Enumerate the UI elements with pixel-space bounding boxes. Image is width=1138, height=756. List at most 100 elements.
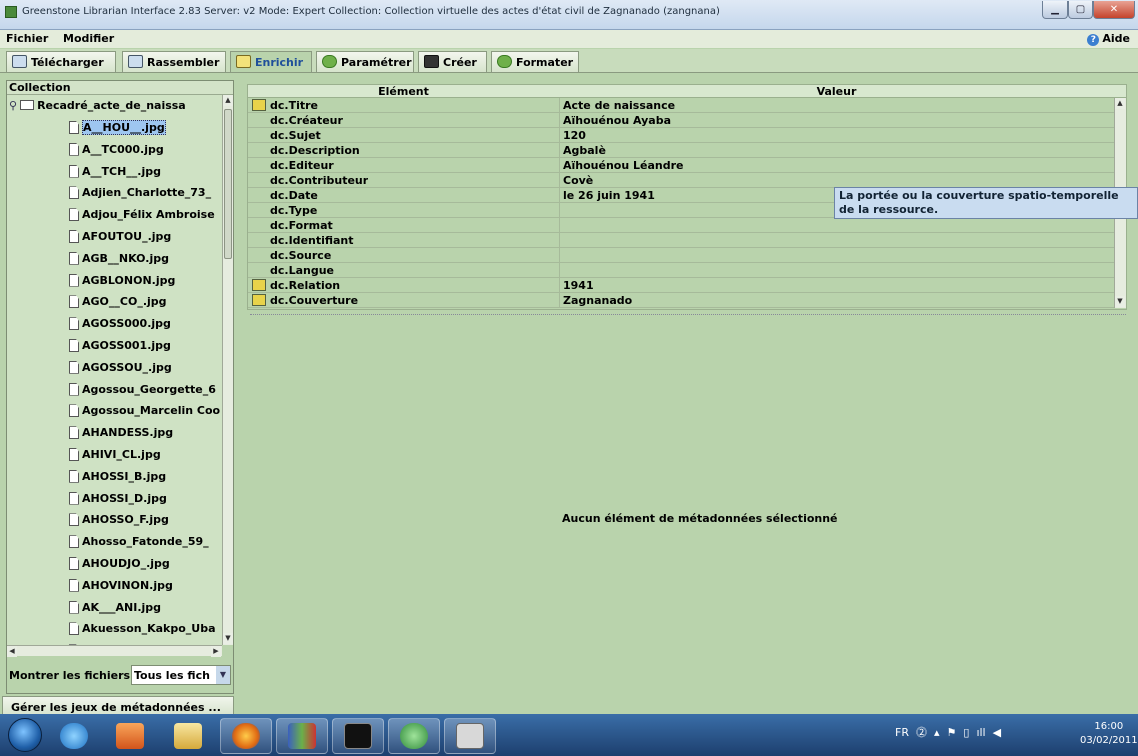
element-cell[interactable]: dc.Langue [270,264,334,277]
value-cell[interactable]: Aïhouénou Ayaba [563,114,671,127]
value-cell[interactable]: 1941 [563,279,594,292]
flag-icon[interactable]: ⚑ [947,726,957,739]
close-button[interactable]: ✕ [1093,1,1135,19]
tab-format[interactable]: Formater [491,51,579,72]
show-files-select[interactable]: Tous les fich ▼ [131,665,231,685]
tree-file-item[interactable]: AGB__NKO.jpg [69,250,169,272]
tab-gather[interactable]: Rassembler [122,51,226,72]
table-row[interactable]: dc.Titre Acte de naissance [248,98,1114,113]
language-indicator[interactable]: FR [895,726,909,739]
element-cell[interactable]: dc.Date [270,189,318,202]
clock[interactable]: 16:00 03/02/2011 [1080,720,1138,748]
tree-file-item[interactable]: Adjien_Charlotte_73_ [69,184,211,206]
tree-file-item[interactable]: Ahosso_Fatonde_59_ [69,533,209,555]
table-row[interactable]: dc.Identifiant [248,233,1114,248]
scroll-thumb[interactable] [224,109,232,259]
taskbar-media[interactable] [104,718,156,754]
tree-file-item[interactable]: A__HOU__.jpg [69,119,166,141]
tab-design[interactable]: Paramétrer [316,51,414,72]
taskbar-explorer[interactable] [162,718,214,754]
table-row[interactable]: dc.Sujet 120 [248,128,1114,143]
scroll-up-icon[interactable]: ▲ [1115,98,1125,109]
minimize-button[interactable]: ▁ [1042,1,1068,19]
taskbar-ie[interactable] [48,718,100,754]
column-header-element[interactable]: Elément [248,85,559,98]
tree-file-item[interactable]: AGOSSOU_.jpg [69,359,172,381]
element-cell[interactable]: dc.Editeur [270,159,334,172]
scroll-up-icon[interactable]: ▲ [223,95,233,106]
value-cell[interactable]: le 26 juin 1941 [563,189,655,202]
menu-edit[interactable]: Modifier [63,32,114,45]
table-row[interactable]: dc.Format [248,218,1114,233]
scroll-down-icon[interactable]: ▼ [223,633,233,644]
tree-file-item[interactable]: AHIVI_CL.jpg [69,446,161,468]
tree-file-item[interactable]: AHOUDJO_.jpg [69,555,170,577]
value-cell[interactable]: 120 [563,129,586,142]
value-cell[interactable]: Agbalè [563,144,606,157]
tree-file-item[interactable]: AHOSSI_D.jpg [69,490,167,512]
tree-file-item[interactable]: Adjou_Félix Ambroise [69,206,215,228]
tab-download[interactable]: Télécharger [6,51,116,72]
table-row[interactable]: dc.Source [248,248,1114,263]
table-row[interactable]: dc.Relation 1941 [248,278,1114,293]
table-row[interactable]: dc.Créateur Aïhouénou Ayaba [248,113,1114,128]
tree-file-item[interactable]: Agossou_Marcelin Coo [69,402,220,424]
tree-file-item[interactable]: AGOSS000.jpg [69,315,171,337]
column-header-value[interactable]: Valeur [559,85,1114,98]
tree-file-item[interactable]: Akuesson_Kakpo_Uba [69,620,216,642]
tree-folder-root[interactable]: ⚲ Recadré_acte_de_naissa [9,97,186,119]
tree-horizontal-scrollbar[interactable]: ◀ ▶ [7,645,222,657]
scroll-left-icon[interactable]: ◀ [7,646,17,657]
value-cell[interactable]: Zagnanado [563,294,632,307]
element-cell[interactable]: dc.Description [270,144,360,157]
element-cell[interactable]: dc.Format [270,219,333,232]
tree-file-item[interactable]: AGOSS001.jpg [69,337,171,359]
element-cell[interactable]: dc.Couverture [270,294,358,307]
scroll-down-icon[interactable]: ▼ [1115,296,1125,307]
table-row[interactable]: dc.Description Agbalè [248,143,1114,158]
table-row[interactable]: dc.Contributeur Covè [248,173,1114,188]
element-cell[interactable]: dc.Contributeur [270,174,368,187]
tree-file-item[interactable]: AHANDESS.jpg [69,424,173,446]
element-cell[interactable]: dc.Créateur [270,114,343,127]
table-row[interactable]: dc.Couverture Zagnanado [248,293,1114,308]
element-cell[interactable]: dc.Relation [270,279,340,292]
table-row[interactable]: dc.Langue [248,263,1114,278]
collection-tree[interactable]: ⚲ Recadré_acte_de_naissa A__HOU__.jpg A__T… [7,95,222,645]
scroll-right-icon[interactable]: ▶ [211,646,221,657]
pane-splitter[interactable] [250,314,1126,317]
taskbar-globe[interactable] [388,718,440,754]
taskbar-firefox[interactable] [220,718,272,754]
taskbar-cmd[interactable] [332,718,384,754]
element-cell[interactable]: dc.Identifiant [270,234,354,247]
battery-icon[interactable]: ▯ [963,726,969,739]
tree-file-item[interactable]: AFOUTOU_.jpg [69,228,171,250]
element-cell[interactable]: dc.Sujet [270,129,321,142]
value-cell[interactable]: Aïhouénou Léandre [563,159,684,172]
maximize-button[interactable]: ▢ [1068,1,1093,19]
element-cell[interactable]: dc.Source [270,249,331,262]
table-row[interactable]: dc.Editeur Aïhouénou Léandre [248,158,1114,173]
tree-file-item[interactable]: A__TCH__.jpg [69,163,161,185]
tab-create[interactable]: Créer [418,51,487,72]
tree-file-item[interactable]: Agossou_Georgette_6 [69,381,216,403]
tree-vertical-scrollbar[interactable]: ▲ ▼ [222,95,233,645]
taskbar-glinterface[interactable] [444,718,496,754]
tree-file-item[interactable]: A__TC000.jpg [69,141,164,163]
menu-file[interactable]: Fichier [6,32,48,45]
element-cell[interactable]: dc.Titre [270,99,318,112]
taskbar-greenstone[interactable] [276,718,328,754]
menu-help[interactable]: ? Aide [1087,32,1130,46]
volume-icon[interactable]: ◀ [993,726,1001,739]
tree-file-item[interactable]: AGBLONON.jpg [69,272,175,294]
tree-file-item[interactable]: AHOVINON.jpg [69,577,173,599]
help-icon[interactable]: ⓶ [916,726,927,739]
expand-toggle-icon[interactable]: ⚲ [9,99,17,112]
value-cell[interactable]: Acte de naissance [563,99,675,112]
start-button[interactable] [8,718,42,752]
tab-enrich[interactable]: Enrichir [230,51,312,72]
tree-file-item[interactable]: AHOSSI_B.jpg [69,468,166,490]
network-icon[interactable]: ıll [976,726,985,739]
tree-file-item[interactable]: AK___ANI.jpg [69,599,161,621]
element-cell[interactable]: dc.Type [270,204,317,217]
